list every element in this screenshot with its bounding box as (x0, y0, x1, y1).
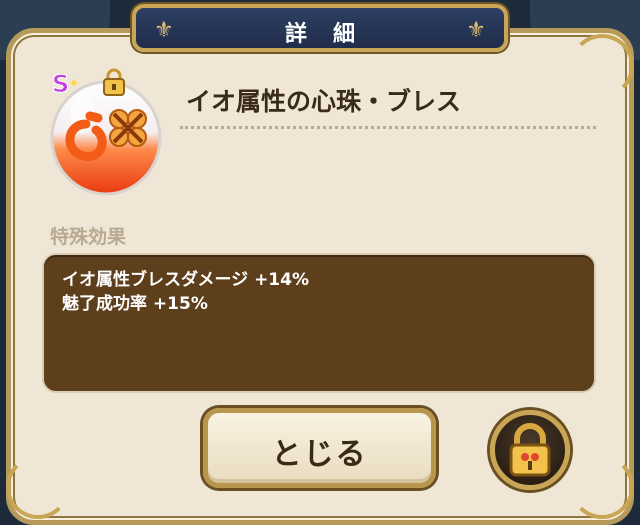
item-badge: S (52, 70, 69, 98)
section-label: 特殊効果 (50, 226, 127, 248)
lock-button[interactable] (490, 410, 570, 490)
svg-text:✦: ✦ (68, 76, 80, 92)
corner-flourish-icon (570, 34, 634, 98)
effect-line: 魅了成功率 +15% (62, 294, 208, 314)
dialog-title: 詳細 (284, 22, 381, 47)
small-lock-icon (103, 68, 125, 96)
close-button-label: とじる (271, 437, 368, 472)
padlock-icon (509, 423, 551, 477)
effect-line: イオ属性ブレスダメージ +14% (62, 270, 310, 290)
close-button[interactable]: とじる (203, 408, 436, 488)
effect-box: イオ属性ブレスダメージ +14% 魅了成功率 +15% (44, 255, 594, 391)
fleur-de-lis-icon: ⚜ (466, 18, 486, 43)
corner-flourish-icon (570, 455, 634, 519)
item-name: イオ属性の心珠・ブレス (186, 87, 462, 116)
orb-egg-icon: S ✦ (50, 68, 162, 196)
divider (180, 126, 596, 129)
dialog-title-plate: ⚜ 詳細 ⚜ (132, 4, 508, 52)
corner-flourish-icon (6, 455, 70, 519)
